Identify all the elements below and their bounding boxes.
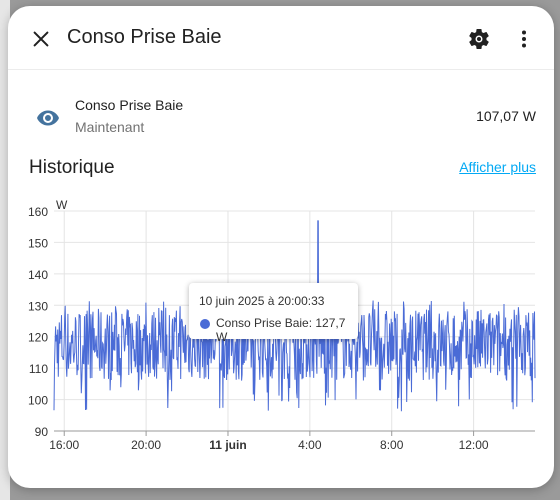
x-tick-label: 20:00 bbox=[131, 438, 161, 452]
y-tick-label: 130 bbox=[28, 299, 48, 313]
x-tick-label: 16:00 bbox=[49, 438, 79, 452]
x-tick-label: 8:00 bbox=[380, 438, 404, 452]
y-tick-label: 110 bbox=[29, 362, 48, 376]
tooltip-series-marker bbox=[200, 319, 210, 329]
history-chart[interactable]: 160 150 140 130 120 110 100 90 W 16:00 20:00 11 jui… bbox=[8, 6, 554, 488]
y-tick-label: 90 bbox=[35, 425, 49, 439]
y-tick-label: 160 bbox=[28, 205, 48, 219]
chart-tooltip: 10 juin 2025 à 20:00:33 Conso Prise Baie… bbox=[189, 283, 358, 344]
tooltip-time: 10 juin 2025 à 20:00:33 bbox=[199, 294, 325, 308]
tooltip-series-value: Conso Prise Baie: 127,7 W bbox=[216, 316, 346, 344]
more-info-dialog: Conso Prise Baie Conso Prise Baie Mainte… bbox=[8, 6, 554, 488]
y-tick-label: 100 bbox=[28, 394, 48, 408]
y-tick-label: 150 bbox=[28, 236, 48, 250]
y-tick-label: 140 bbox=[28, 268, 48, 282]
x-tick-label: 12:00 bbox=[459, 438, 489, 452]
x-tick-label: 11 juin bbox=[209, 438, 246, 452]
y-tick-label: 120 bbox=[28, 331, 48, 345]
y-axis-unit: W bbox=[56, 198, 68, 212]
x-tick-label: 4:00 bbox=[298, 438, 322, 452]
